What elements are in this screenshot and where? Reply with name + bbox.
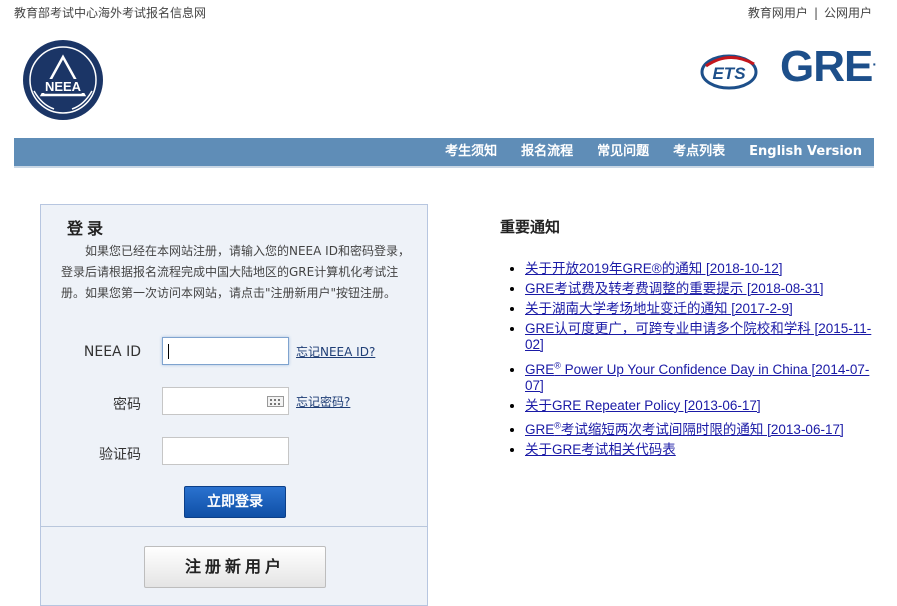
notice-item: 关于GRE考试相关代码表 [525,442,885,458]
nav-item-test-centers[interactable]: 考点列表 [673,138,725,166]
keyboard-icon[interactable] [267,396,284,407]
neea-logo: NEEA [23,40,103,120]
notice-link[interactable]: 关于GRE Repeater Policy [2013-06-17] [525,398,761,413]
notice-link[interactable]: GRE®考试缩短两次考试间隔时限的通知 [2013-06-17] [525,420,844,438]
notice-link-text: Power Up Your Confidence Day in China [2… [525,361,870,393]
notice-item: GRE® Power Up Your Confidence Day in Chi… [525,357,885,394]
notice-link-text: 考试缩短两次考试间隔时限的通知 [2013-06-17] [560,422,844,437]
forgot-password-link[interactable]: 忘记密码? [296,393,350,410]
notice-link[interactable]: 关于GRE考试相关代码表 [525,442,676,457]
ets-logo: ETS [700,54,758,90]
password-label: 密码 [113,397,141,413]
register-button[interactable]: 注册新用户 [144,546,326,588]
main-nav: 考生须知 报名流程 常见问题 考点列表 English Version [14,138,874,168]
forgot-neea-id-link[interactable]: 忘记NEEA ID? [296,343,375,360]
divider [41,526,427,527]
notice-item: 关于湖南大学考场地址变迁的通知 [2017-2-9] [525,301,885,317]
neea-id-input[interactable] [162,337,289,365]
gre-logo: GRE. [780,42,876,92]
gre-logo-mark: . [872,52,876,69]
neea-id-label: NEEA ID [83,344,141,360]
login-title: 登录 [67,219,108,238]
captcha-label: 验证码 [99,447,141,463]
login-panel: 登录 如果您已经在本网站注册，请输入您的NEEA ID和密码登录，登录后请根据报… [40,204,428,606]
captcha-input[interactable] [162,437,289,465]
nav-item-english-version[interactable]: English Version [749,138,862,166]
login-button[interactable]: 立即登录 [184,486,286,518]
top-bar: 教育部考试中心海外考试报名信息网 教育网用户 | 公网用户 [0,0,897,24]
notices-list: 关于开放2019年GRE®的通知 [2018-10-12] GRE考试费及转考费… [507,261,885,462]
nav-item-registration-process[interactable]: 报名流程 [521,138,573,166]
link-separator: | [813,6,818,20]
gre-logo-text: GRE [780,42,873,91]
notice-link[interactable]: 关于开放2019年GRE®的通知 [2018-10-12] [525,261,783,276]
nav-item-faq[interactable]: 常见问题 [597,138,649,166]
notice-item: GRE考试费及转考费调整的重要提示 [2018-08-31] [525,281,885,297]
nav-item-exam-notice[interactable]: 考生须知 [445,138,497,166]
text-caret [168,344,169,359]
notice-link[interactable]: GRE认可度更广，可跨专业申请多个院校和学科 [2015-11-02] [525,321,871,352]
registered-mark: ® [554,420,561,431]
edu-net-user-link[interactable]: 教育网用户 [748,6,808,20]
neea-logo-text: NEEA [45,79,82,94]
site-name: 教育部考试中心海外考试报名信息网 [14,6,207,20]
notice-item: 关于开放2019年GRE®的通知 [2018-10-12] [525,261,885,277]
notice-link[interactable]: 关于湖南大学考场地址变迁的通知 [2017-2-9] [525,301,793,316]
registered-mark: ® [554,360,561,370]
notice-link[interactable]: GRE® Power Up Your Confidence Day in Chi… [525,360,870,393]
notices-title: 重要通知 [500,218,561,236]
notice-item: GRE认可度更广，可跨专业申请多个院校和学科 [2015-11-02] [525,321,885,353]
notice-link[interactable]: GRE考试费及转考费调整的重要提示 [2018-08-31] [525,281,824,296]
login-description: 如果您已经在本网站注册，请输入您的NEEA ID和密码登录，登录后请根据报名流程… [61,244,410,300]
public-net-user-link[interactable]: 公网用户 [824,6,872,20]
notice-link-prefix: GRE [525,422,555,437]
notice-item: GRE®考试缩短两次考试间隔时限的通知 [2013-06-17] [525,418,885,439]
notice-link-prefix: GRE [525,361,555,377]
password-input[interactable] [162,387,289,415]
ets-logo-text: ETS [712,64,746,83]
notice-item: 关于GRE Repeater Policy [2013-06-17] [525,398,885,414]
top-links: 教育网用户 | 公网用户 [748,4,872,21]
